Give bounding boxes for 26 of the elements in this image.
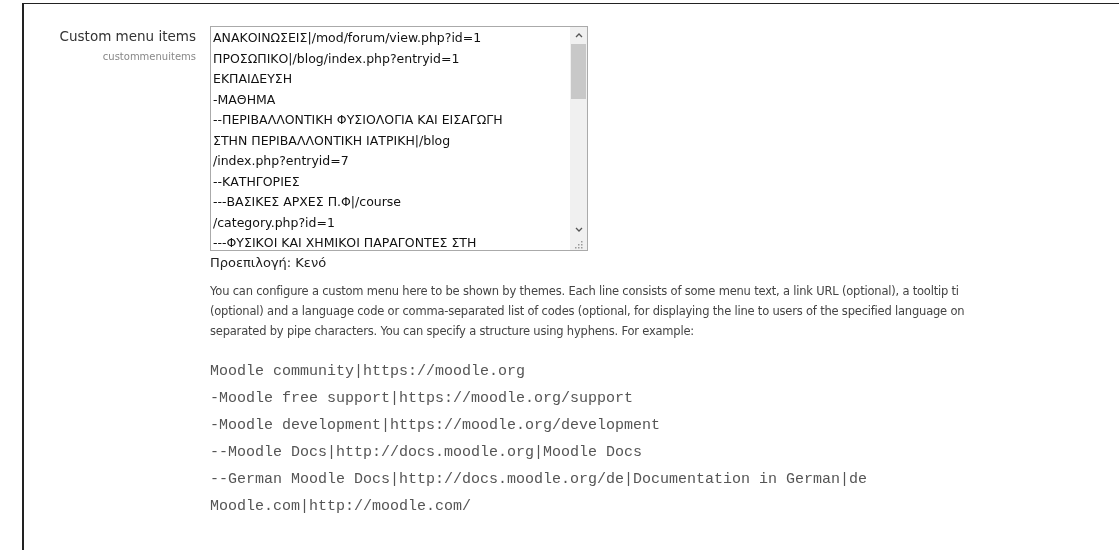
text-line: ---ΒΑΣΙΚΕΣ ΑΡΧΕΣ Π.Φ|/course — [213, 193, 402, 211]
description-line: (optional) and a language code or comma-separated list of codes (optional, for displaying the line to users of the specified language on — [210, 303, 965, 320]
example-line: -Moodle free support|https://moodle.org/support — [210, 389, 634, 409]
text-line: ΕΚΠΑΙΔΕΥΣΗ — [213, 70, 293, 88]
resize-grip-icon[interactable] — [573, 238, 584, 250]
example-line: --German Moodle Docs|http://docs.moodle.org/de|Documentation in German|de — [210, 470, 868, 490]
text-line: --ΠΕΡΙΒΑΛΛΟΝΤΙΚΗ ΦΥΣΙΟΛΟΓΙΑ ΚΑΙ ΕΙΣΑΓΩΓΗ — [213, 111, 503, 129]
text-line: ---ΦΥΣΙΚΟΙ ΚΑΙ ΧΗΜΙΚΟΙ ΠΑΡΑΓΟΝΤΕΣ ΣΤΗ — [213, 234, 477, 250]
text-line: ΣΤΗΝ ΠΕΡΙΒΑΛΛΟΝΤΙΚΗ ΙΑΤΡΙΚΗ|/blog — [213, 131, 451, 150]
description-line: separated by pipe characters. You can specify a structure using hyphens. For example: — [210, 323, 694, 340]
setting-name: custommenuitems — [102, 50, 196, 64]
example-line: Moodle community|https://moodle.org — [210, 362, 526, 382]
text-line: ΑΝΑΚΟΙΝΩΣΕΙΣ|/mod/forum/view.php?id=1 — [213, 29, 482, 47]
scrollbar-thumb[interactable] — [571, 44, 586, 99]
text-line: --ΚΑΤΗΓΟΡΙΕΣ — [213, 172, 300, 191]
example-line: -Moodle development|https://moodle.org/development — [210, 416, 661, 436]
text-area[interactable] — [210, 26, 588, 251]
text-line: /index.php?entryid=7 — [213, 152, 349, 170]
setting-label: Custom menu items — [59, 27, 196, 46]
text-line: -ΜΑΘΗΜΑ — [213, 90, 276, 109]
default-value: Προεπιλογή: Κενό — [210, 254, 327, 272]
text-line: /category.php?id=1 — [213, 213, 335, 232]
example-line: Moodle.com|http://moodle.com/ — [210, 497, 472, 517]
example-line: --Moodle Docs|http://docs.moodle.org|Moodle Docs — [210, 443, 643, 463]
text-line: ΠΡΟΣΩΠΙΚΟ|/blog/index.php?entryid=1 — [213, 49, 460, 68]
description-line: You can configure a custom menu here to be shown by themes. Each line consists of some menu text, a link URL (optional), a tooltip ti — [210, 283, 959, 300]
